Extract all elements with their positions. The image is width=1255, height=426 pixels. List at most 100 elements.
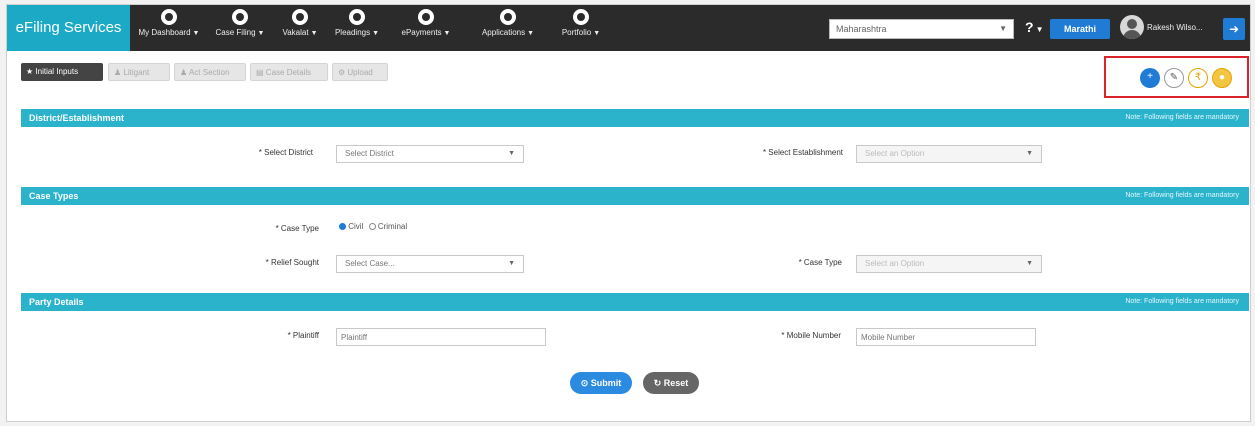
nav-epayments[interactable]: ePayments ▼ <box>390 9 462 49</box>
chevron-down-icon: ▼ <box>508 260 515 267</box>
party-details-section-header: Party Details Note: Following fields are… <box>21 293 1249 311</box>
chevron-down-icon: ▼ <box>999 24 1007 33</box>
top-navbar: eFiling Services My Dashboard ▼ Case Fili… <box>7 5 1250 51</box>
applications-icon <box>500 9 516 25</box>
nav-label: My Dashboard <box>138 28 191 37</box>
initial-inputs-label: Initial Inputs <box>35 67 79 76</box>
nav-vakalat[interactable]: Vakalat ▼ <box>277 9 323 49</box>
user-icon: ♟ <box>114 68 122 77</box>
state-select-value: Maharashtra <box>836 24 887 34</box>
state-select[interactable]: Maharashtra ▼ <box>829 19 1014 39</box>
civil-radio-label: Civil <box>348 222 364 231</box>
plaintiff-label: * Plaintiff <box>287 331 319 340</box>
relief-sought-value: Select Case... <box>345 259 395 268</box>
act-section-label: Act Section <box>188 68 230 77</box>
chevron-down-icon: ▼ <box>257 30 265 37</box>
section-title: District/Establishment <box>29 113 125 123</box>
logout-icon: ➜ <box>1228 22 1240 36</box>
app-window: eFiling Services My Dashboard ▼ Case Fili… <box>6 4 1251 422</box>
nav-applications[interactable]: Applications ▼ <box>467 9 549 49</box>
establishment-label: * Select Establishment <box>762 148 843 157</box>
relief-sought-label: * Relief Sought <box>265 258 319 267</box>
chevron-down-icon: ▼ <box>1026 150 1033 157</box>
nav-label: ePayments <box>401 28 442 37</box>
upload-button[interactable]: ⚙ Upload <box>332 63 388 81</box>
nav-label: Portfolio <box>561 28 592 37</box>
chevron-down-icon: ▼ <box>508 150 515 157</box>
district-select-value: Select District <box>345 149 394 158</box>
upload-label: Upload <box>347 68 373 77</box>
criminal-radio-label: Criminal <box>377 222 408 231</box>
document-icon: ▤ <box>256 68 264 77</box>
chevron-down-icon: ▼ <box>1035 25 1044 34</box>
star-icon: ★ <box>26 67 34 76</box>
reset-label: Reset <box>663 378 689 388</box>
users-icon: ♟ <box>180 68 188 77</box>
chevron-down-icon: ▼ <box>593 30 601 37</box>
nav-pleadings[interactable]: Pleadings ▼ <box>329 9 385 49</box>
vakalat-icon <box>292 9 308 25</box>
upload-icon: ⚙ <box>338 68 346 77</box>
quick-actions-highlight: + ✎ ₹ ● <box>1104 56 1249 98</box>
case-types-section-header: Case Types Note: Following fields are ma… <box>21 187 1249 205</box>
mobile-number-input[interactable] <box>856 328 1036 346</box>
rupee-icon[interactable]: ₹ <box>1188 68 1208 88</box>
establishment-select-value: Select an Option <box>865 149 925 158</box>
section-note: Note: Following fields are mandatory <box>1125 114 1239 121</box>
nav-label: Case Filing <box>215 28 256 37</box>
section-note: Note: Following fields are mandatory <box>1125 192 1239 199</box>
nav-label: Vakalat <box>282 28 309 37</box>
civil-radio[interactable] <box>339 223 346 231</box>
case-type-select[interactable]: Select an Option ▼ <box>856 255 1042 273</box>
check-icon: ⊙ <box>580 378 589 388</box>
help-icon: ? <box>1025 19 1034 35</box>
litigant-button[interactable]: ♟ Litigant <box>108 63 170 81</box>
chevron-down-icon: ▼ <box>192 30 200 37</box>
reset-button[interactable]: ↻ Reset <box>643 372 699 394</box>
district-select[interactable]: Select District ▼ <box>336 145 524 163</box>
relief-sought-select[interactable]: Select Case... ▼ <box>336 255 524 273</box>
nav-my-dashboard[interactable]: My Dashboard ▼ <box>135 9 203 49</box>
dashboard-icon <box>161 9 177 25</box>
section-title: Party Details <box>29 297 84 307</box>
edit-icon[interactable]: ✎ <box>1164 68 1184 88</box>
chevron-down-icon: ▼ <box>443 30 451 37</box>
info-icon[interactable]: ● <box>1212 68 1232 88</box>
plaintiff-input[interactable] <box>336 328 546 346</box>
refresh-icon: ↻ <box>653 378 662 388</box>
criminal-radio[interactable] <box>368 223 376 231</box>
brand-title[interactable]: eFiling Services <box>7 5 130 51</box>
logout-button[interactable]: ➜ <box>1223 18 1245 40</box>
section-note: Note: Following fields are mandatory <box>1125 298 1239 305</box>
mobile-number-label: * Mobile Number <box>781 331 841 340</box>
epayments-icon <box>418 9 434 25</box>
nav-label: Applications <box>481 28 526 37</box>
establishment-select[interactable]: Select an Option ▼ <box>856 145 1042 163</box>
submit-label: Submit <box>590 378 622 388</box>
portfolio-icon <box>573 9 589 25</box>
language-button[interactable]: Marathi <box>1050 19 1110 39</box>
initial-inputs-button[interactable]: ★ Initial Inputs <box>21 63 103 81</box>
case-details-button[interactable]: ▤ Case Details <box>250 63 328 81</box>
case-filing-icon <box>232 9 248 25</box>
case-type-radio-group: Civil Criminal <box>339 222 407 231</box>
pleadings-icon <box>349 9 365 25</box>
act-section-button[interactable]: ♟ Act Section <box>174 63 246 81</box>
litigant-label: Litigant <box>123 68 150 77</box>
submit-button[interactable]: ⊙ Submit <box>570 372 632 394</box>
avatar[interactable] <box>1120 15 1144 39</box>
district-label: * Select District <box>258 148 313 157</box>
add-icon[interactable]: + <box>1140 68 1160 88</box>
nav-label: Pleadings <box>334 28 371 37</box>
user-name[interactable]: Rakesh Wilso... <box>1147 23 1203 32</box>
chevron-down-icon: ▼ <box>527 30 535 37</box>
case-type-select-value: Select an Option <box>865 259 925 268</box>
help-menu[interactable]: ? ▼ <box>1025 19 1043 35</box>
case-type-2-label: * Case Type <box>798 258 842 267</box>
nav-case-filing[interactable]: Case Filing ▼ <box>210 9 270 49</box>
section-title: Case Types <box>29 191 79 201</box>
chevron-down-icon: ▼ <box>310 30 318 37</box>
nav-portfolio[interactable]: Portfolio ▼ <box>554 9 608 49</box>
case-details-label: Case Details <box>265 68 312 77</box>
chevron-down-icon: ▼ <box>1026 260 1033 267</box>
